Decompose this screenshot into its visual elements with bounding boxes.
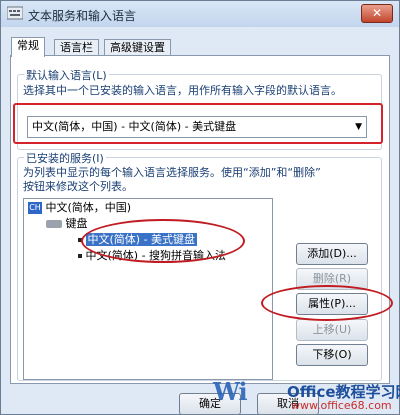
language-ch-icon: CH — [28, 202, 42, 214]
title-bar[interactable]: 文本服务和输入语言 ✕ — [1, 1, 399, 27]
window-title: 文本服务和输入语言 — [28, 9, 137, 23]
add-button[interactable]: 添加(D)... — [296, 243, 368, 265]
general-panel: 默认输入语言(L) 选择其中一个已安装的输入语言，用作所有输入字段的默认语言。 … — [10, 55, 393, 384]
highlight-rectangle — [13, 103, 383, 144]
text-services-icon — [7, 6, 23, 20]
watermark-url: www.office68.com — [291, 399, 392, 412]
default-input-label: 默认输入语言(L) — [24, 67, 109, 83]
move-up-button[interactable]: 上移(U) — [296, 319, 368, 341]
tree-language-node[interactable]: CH 中文(简体，中国) — [28, 201, 131, 215]
watermark-brand-left: Wi — [213, 377, 248, 406]
highlight-ellipse-properties — [261, 285, 393, 321]
close-button[interactable]: ✕ — [361, 4, 393, 23]
keyboard-icon — [46, 220, 62, 228]
tree-keyboard-node[interactable]: 键盘 — [46, 217, 88, 231]
tab-language-bar[interactable]: 语言栏 — [54, 39, 99, 56]
installed-services-description-2: 按钮来修改这个列表。 — [23, 180, 133, 193]
tab-advanced-keys[interactable]: 高级键设置 — [104, 39, 171, 56]
default-input-description: 选择其中一个已安装的输入语言，用作所有输入字段的默认语言。 — [23, 84, 342, 97]
bullet-icon — [78, 254, 82, 258]
tab-general[interactable]: 常规 — [11, 37, 45, 57]
tree-keyboard-label: 键盘 — [65, 217, 88, 230]
dialog-window: 文本服务和输入语言 ✕ 常规 语言栏 高级键设置 默认输入语言(L) 选择其中一… — [0, 0, 400, 415]
highlight-ellipse-selection — [81, 219, 245, 263]
tree-language-label: 中文(简体，中国) — [45, 201, 132, 214]
move-down-button[interactable]: 下移(O) — [296, 344, 368, 366]
